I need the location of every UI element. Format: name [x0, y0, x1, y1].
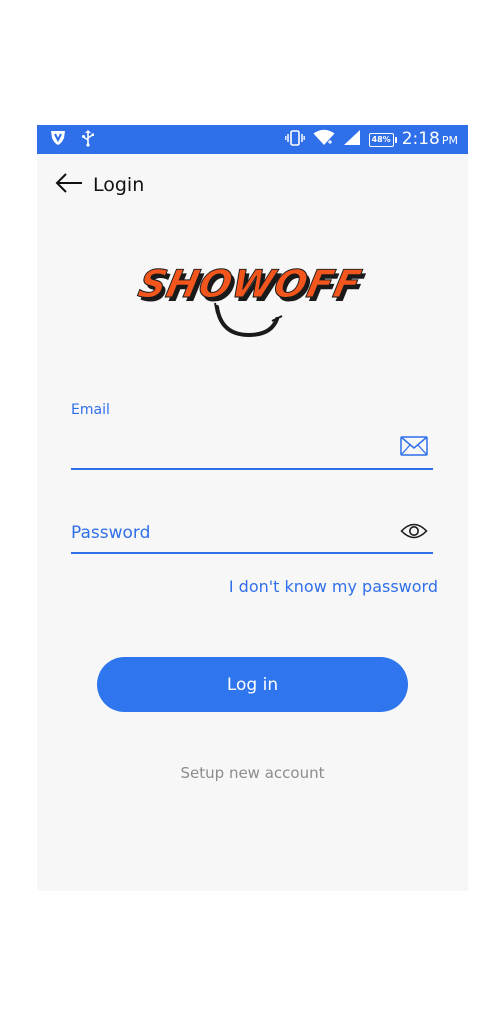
app-logo: SHOWOFF SHOWOFF — [131, 257, 377, 341]
clock-time: 2:18 — [401, 128, 440, 149]
status-bar-left — [49, 129, 95, 150]
mail-icon — [399, 434, 429, 458]
back-button[interactable] — [53, 170, 85, 200]
shield-icon — [49, 129, 67, 151]
battery-icon: 48% — [368, 132, 397, 147]
app-bar: Login — [37, 170, 468, 200]
clock: 2:18 PM — [402, 129, 458, 151]
email-field-group: Email — [71, 402, 433, 472]
clock-ampm: PM — [441, 133, 458, 147]
setup-account-link[interactable]: Setup new account — [37, 764, 468, 782]
svg-text:SHOWOFF: SHOWOFF — [134, 262, 365, 307]
login-button[interactable]: Log in — [97, 657, 408, 712]
back-arrow-icon — [54, 172, 84, 198]
password-input[interactable] — [71, 520, 391, 546]
status-bar-right: 48% 2:18 PM — [284, 129, 458, 151]
password-field-group — [71, 517, 433, 557]
forgot-password-link[interactable]: I don't know my password — [229, 577, 438, 596]
email-input[interactable] — [71, 435, 391, 461]
vibrate-icon — [284, 129, 305, 150]
battery-level: 48% — [371, 134, 391, 144]
wifi-icon — [313, 129, 335, 150]
usb-icon — [81, 129, 95, 151]
eye-icon[interactable] — [399, 519, 429, 543]
phone-screen: 48% 2:18 PM Login SHOWOFF SHOWOFF Email … — [37, 125, 468, 891]
status-bar: 48% 2:18 PM — [37, 125, 468, 154]
page-title: Login — [93, 174, 145, 196]
signal-icon — [343, 129, 361, 150]
email-underline — [71, 468, 433, 470]
email-label: Email — [71, 402, 110, 418]
password-underline — [71, 552, 433, 554]
